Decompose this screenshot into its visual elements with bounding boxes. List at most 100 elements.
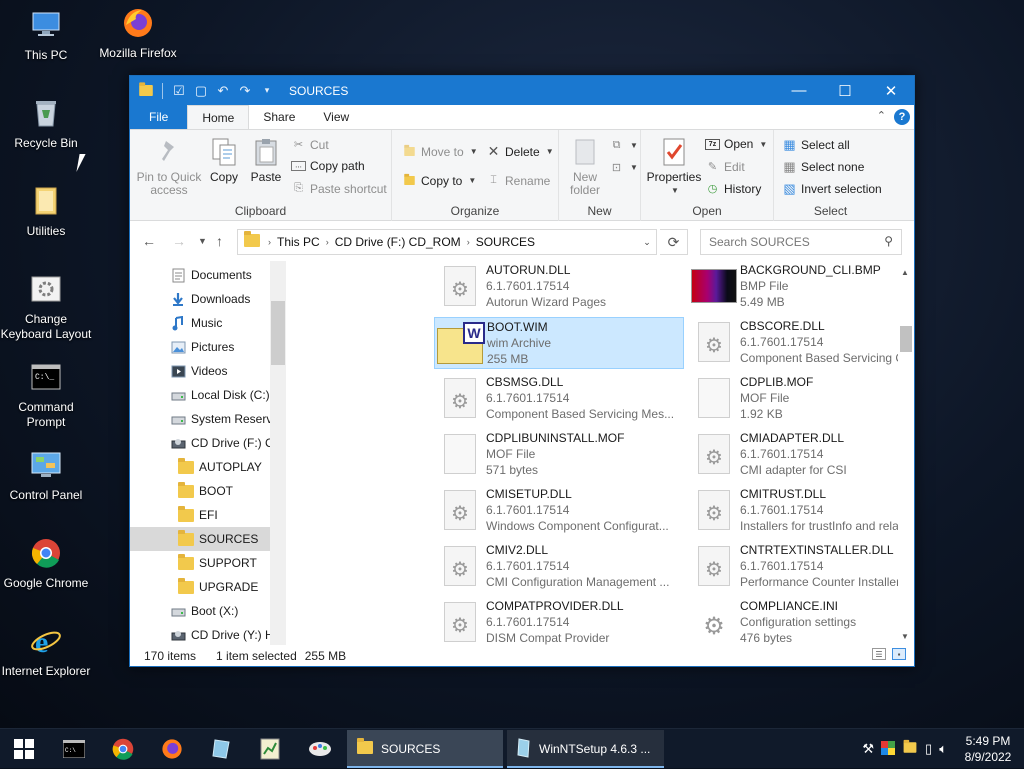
- paste-button[interactable]: Paste: [246, 136, 286, 184]
- minimize-button[interactable]: —: [776, 76, 822, 105]
- desktop-icon-control-panel[interactable]: Control Panel: [0, 448, 92, 503]
- color-picker-icon[interactable]: [881, 740, 896, 758]
- close-button[interactable]: ✕: [868, 76, 914, 105]
- desktop-icon-firefox[interactable]: Mozilla Firefox: [92, 6, 184, 61]
- nav-item-local-disk-c[interactable]: Local Disk (C:): [130, 383, 270, 407]
- file-item-cbsmsg-dll[interactable]: CBSMSG.DLL 6.1.7601.17514 Component Based …: [434, 373, 684, 425]
- search-input[interactable]: Search SOURCES ⚲: [700, 229, 902, 255]
- select-all-button[interactable]: ▦ Select all: [782, 137, 849, 152]
- nav-item-sources[interactable]: SOURCES: [130, 527, 270, 551]
- invert-selection-button[interactable]: ▧ Invert selection: [782, 181, 881, 196]
- tab-share[interactable]: Share: [249, 105, 309, 129]
- large-icons-view-icon[interactable]: ▪: [892, 648, 906, 660]
- help-icon[interactable]: ?: [894, 109, 910, 125]
- file-item-autorun-dll[interactable]: AUTORUN.DLL 6.1.7601.17514 Autorun Wizard …: [434, 261, 684, 313]
- customize-quick-access-icon[interactable]: ▾: [259, 83, 275, 99]
- file-item-cntrtextinstaller-dll[interactable]: CNTRTEXTINSTALLER.DLL 6.1.7601.17514 Perfo…: [688, 541, 900, 593]
- taskbar-app-crystal[interactable]: [197, 729, 245, 769]
- new-folder-button[interactable]: New folder: [563, 136, 607, 197]
- battery-icon[interactable]: ▯: [925, 741, 932, 757]
- chevron-right-icon[interactable]: ›: [467, 237, 470, 247]
- volume-icon[interactable]: 🔈︎: [939, 741, 947, 757]
- taskbar-app-paint[interactable]: [296, 729, 344, 769]
- history-button[interactable]: ◷ History: [705, 181, 762, 196]
- undo-icon[interactable]: ↶: [215, 83, 231, 99]
- scrollbar-thumb[interactable]: [271, 301, 285, 365]
- scroll-up-icon[interactable]: ▲: [901, 268, 909, 277]
- file-item-cmiadapter-dll[interactable]: CMIADAPTER.DLL 6.1.7601.17514 CMI adapter …: [688, 429, 900, 481]
- file-item-cdplib-mof[interactable]: CDPLIB.MOF MOF File 1.92 KB: [688, 373, 900, 425]
- usb-drive-icon[interactable]: [902, 739, 918, 757]
- desktop-icon-this-pc[interactable]: This PC: [0, 8, 92, 63]
- file-item-cdplibuninstall-mof[interactable]: CDPLIBUNINSTALL.MOF MOF File 571 bytes: [434, 429, 684, 481]
- tab-home[interactable]: Home: [187, 105, 250, 130]
- up-button[interactable]: ↑: [216, 233, 223, 249]
- navigation-scrollbar[interactable]: [270, 261, 286, 649]
- copy-button[interactable]: Copy: [204, 136, 244, 184]
- title-bar[interactable]: ☑ ▢ ↶ ↷ ▾ SOURCES — ☐ ✕: [130, 76, 914, 105]
- file-item-cmisetup-dll[interactable]: CMISETUP.DLL 6.1.7601.17514 Windows Compon…: [434, 485, 684, 537]
- file-item-compliance-ini[interactable]: ⚙ COMPLIANCE.INI Configuration settings 476…: [688, 597, 900, 649]
- select-none-button[interactable]: ▦ Select none: [782, 159, 864, 174]
- tab-view[interactable]: View: [309, 105, 363, 129]
- file-item-background-cli-bmp[interactable]: BACKGROUND_CLI.BMP BMP File 5.49 MB: [688, 261, 900, 313]
- cut-button[interactable]: ✂ Cut: [291, 137, 329, 152]
- network-adapter-icon[interactable]: ⚒: [862, 741, 874, 757]
- nav-item-pictures[interactable]: Pictures: [130, 335, 270, 359]
- file-explorer-window[interactable]: ☑ ▢ ↶ ↷ ▾ SOURCES — ☐ ✕ File Home Share …: [129, 75, 915, 667]
- easy-access-button[interactable]: ⊡ ▼: [609, 160, 638, 175]
- taskbar-app-chart[interactable]: [246, 729, 294, 769]
- file-item-boot-wim[interactable]: W BOOT.WIM wim Archive 255 MB: [434, 317, 684, 369]
- clock[interactable]: 5:49 PM 8/9/2022: [960, 733, 1016, 765]
- nav-item-documents[interactable]: Documents: [130, 263, 270, 287]
- nav-item-system-reserve[interactable]: System Reserve: [130, 407, 270, 431]
- new-folder-icon[interactable]: ▢: [193, 83, 209, 99]
- taskbar-chrome[interactable]: [99, 729, 147, 769]
- taskbar-window-sources[interactable]: SOURCES: [347, 730, 503, 768]
- file-item-cmitrust-dll[interactable]: CMITRUST.DLL 6.1.7601.17514 Installers for…: [688, 485, 900, 537]
- pin-to-quick-access-button[interactable]: Pin to Quick access: [136, 136, 202, 197]
- nav-item-cd-drive-f-c[interactable]: CD Drive (F:) C: [130, 431, 270, 455]
- collapse-ribbon-icon[interactable]: ⌃: [877, 109, 886, 122]
- desktop-icon-utilities[interactable]: Utilities: [0, 184, 92, 239]
- recent-locations-button[interactable]: ▼: [198, 236, 207, 246]
- file-item-cmiv2-dll[interactable]: CMIV2.DLL 6.1.7601.17514 CMI Configuration…: [434, 541, 684, 593]
- properties-button[interactable]: Properties ▼: [645, 136, 703, 197]
- file-item-compatprovider-dll[interactable]: COMPATPROVIDER.DLL 6.1.7601.17514 DISM Com…: [434, 597, 684, 649]
- file-item-cbscore-dll[interactable]: CBSCORE.DLL 6.1.7601.17514 Component Based…: [688, 317, 900, 369]
- details-view-icon[interactable]: ☰: [872, 648, 886, 660]
- taskbar-window-winntsetup[interactable]: WinNTSetup 4.6.3 ...: [507, 730, 664, 768]
- scrollbar-thumb[interactable]: [900, 326, 912, 352]
- file-list-scrollbar[interactable]: ▲ ▼: [898, 264, 914, 646]
- new-item-button[interactable]: ⧉ ▼: [609, 138, 638, 153]
- nav-item-boot[interactable]: BOOT: [130, 479, 270, 503]
- nav-item-cd-drive-y-h[interactable]: CD Drive (Y:) H⌄: [130, 623, 270, 647]
- address-bar[interactable]: › This PC › CD Drive (F:) CD_ROM › SOURC…: [237, 229, 657, 255]
- nav-item-efi[interactable]: EFI: [130, 503, 270, 527]
- edit-button[interactable]: ✎ Edit: [705, 159, 745, 174]
- breadcrumb-cd-drive[interactable]: CD Drive (F:) CD_ROM: [335, 235, 461, 249]
- maximize-button[interactable]: ☐: [822, 76, 868, 105]
- rename-button[interactable]: ⌶ Rename: [486, 173, 550, 188]
- refresh-button[interactable]: ⟳: [660, 229, 688, 255]
- nav-item-videos[interactable]: Videos: [130, 359, 270, 383]
- properties-icon[interactable]: ☑: [171, 83, 187, 99]
- scroll-down-icon[interactable]: ▼: [901, 632, 909, 641]
- move-to-button[interactable]: Move to ▼: [402, 144, 478, 159]
- open-button[interactable]: 7z Open ▼: [705, 137, 767, 151]
- redo-icon[interactable]: ↷: [237, 83, 253, 99]
- nav-item-autoplay[interactable]: AUTOPLAY: [130, 455, 270, 479]
- copy-to-button[interactable]: Copy to ▼: [402, 173, 476, 188]
- desktop-icon-recycle-bin[interactable]: Recycle Bin: [0, 96, 92, 151]
- desktop-icon-change-keyboard-layout[interactable]: Change Keyboard Layout: [0, 272, 92, 342]
- nav-item-upgrade[interactable]: UPGRADE: [130, 575, 270, 599]
- delete-button[interactable]: ✕ Delete ▼: [486, 143, 554, 159]
- address-history-dropdown[interactable]: ⌄: [636, 229, 658, 255]
- taskbar-command-prompt[interactable]: C:\: [50, 729, 98, 769]
- paste-shortcut-button[interactable]: ⎘ Paste shortcut: [291, 181, 387, 196]
- nav-item-boot-x[interactable]: Boot (X:): [130, 599, 270, 623]
- start-button[interactable]: [0, 729, 48, 769]
- desktop-icon-internet-explorer[interactable]: e Internet Explorer: [0, 624, 92, 679]
- desktop-icon-command-prompt[interactable]: C:\_ Command Prompt: [0, 360, 92, 430]
- taskbar-firefox[interactable]: [148, 729, 196, 769]
